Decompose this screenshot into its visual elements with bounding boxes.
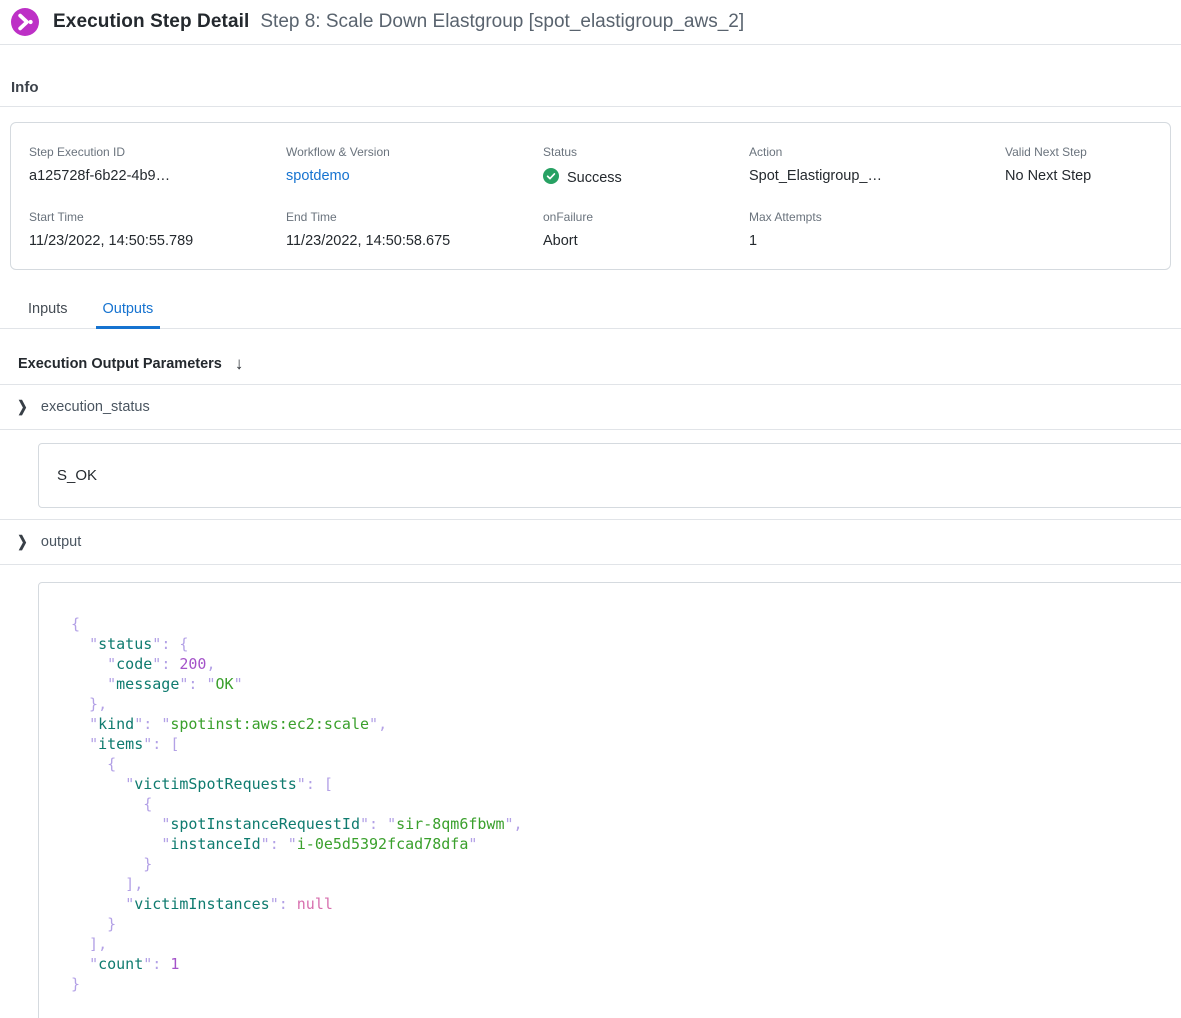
field-label: Valid Next Step (1005, 145, 1152, 159)
field-onfailure: onFailure Abort (543, 210, 749, 249)
field-label: Status (543, 145, 749, 159)
chevron-right-icon: ❯ (17, 398, 27, 416)
info-card: Step Execution ID a125728f-6b22-4b9… Wor… (10, 122, 1171, 270)
info-section-label: Info (0, 45, 1181, 107)
field-value: No Next Step (1005, 168, 1152, 184)
field-label: Action (749, 145, 1005, 159)
chevron-right-icon: ❯ (17, 533, 27, 551)
field-step-execution-id: Step Execution ID a125728f-6b22-4b9… (29, 145, 286, 188)
execution-status-value: S_OK (57, 467, 97, 484)
param-row-execution-status[interactable]: ❯ execution_status (0, 385, 1181, 430)
field-label: Max Attempts (749, 210, 1005, 224)
tab-outputs[interactable]: Outputs (96, 292, 161, 329)
field-label: End Time (286, 210, 543, 224)
field-label: Step Execution ID (29, 145, 286, 159)
field-value: 1 (749, 233, 1005, 249)
field-value: Abort (543, 233, 749, 249)
app-logo-icon (10, 7, 40, 37)
field-value: a125728f-6b22-4b9… (29, 168, 286, 184)
page-title: Execution Step Detail (53, 11, 249, 33)
field-valid-next-step: Valid Next Step No Next Step (1005, 145, 1152, 188)
field-value: 11/23/2022, 14:50:58.675 (286, 233, 543, 249)
field-empty (1005, 210, 1152, 249)
param-section-output: ❯ output { "status": { "code": 200, "mes… (0, 519, 1181, 1018)
param-name: execution_status (41, 399, 150, 415)
field-max-attempts: Max Attempts 1 (749, 210, 1005, 249)
tabs: Inputs Outputs (0, 292, 1181, 329)
field-label: Workflow & Version (286, 145, 543, 159)
success-check-icon (543, 168, 559, 188)
field-value: 11/23/2022, 14:50:55.789 (29, 233, 286, 249)
expand-all-icon[interactable]: ↓ (235, 355, 244, 372)
field-action: Action Spot_Elastigroup_… (749, 145, 1005, 188)
param-row-output[interactable]: ❯ output (0, 519, 1181, 565)
field-status: Status Success (543, 145, 749, 188)
execution-status-value-box: S_OK (38, 443, 1181, 508)
tab-inputs[interactable]: Inputs (21, 292, 75, 329)
field-value: Spot_Elastigroup_… (749, 168, 1005, 184)
field-label: onFailure (543, 210, 749, 224)
json-output-code: { "status": { "code": 200, "message": "O… (38, 582, 1181, 1018)
param-name: output (41, 534, 81, 550)
output-params-header: Execution Output Parameters ↓ (0, 329, 1181, 385)
field-start-time: Start Time 11/23/2022, 14:50:55.789 (29, 210, 286, 249)
output-params-title: Execution Output Parameters (18, 356, 222, 372)
page-subtitle: Step 8: Scale Down Elastgroup [spot_elas… (260, 11, 744, 33)
field-end-time: End Time 11/23/2022, 14:50:58.675 (286, 210, 543, 249)
field-workflow-version: Workflow & Version spotdemo (286, 145, 543, 188)
status-text: Success (567, 170, 622, 186)
param-section-execution-status: ❯ execution_status S_OK (0, 385, 1181, 508)
field-label: Start Time (29, 210, 286, 224)
workflow-link[interactable]: spotdemo (286, 168, 543, 184)
page-header: Execution Step Detail Step 8: Scale Down… (0, 0, 1181, 45)
status-badge: Success (543, 168, 749, 188)
